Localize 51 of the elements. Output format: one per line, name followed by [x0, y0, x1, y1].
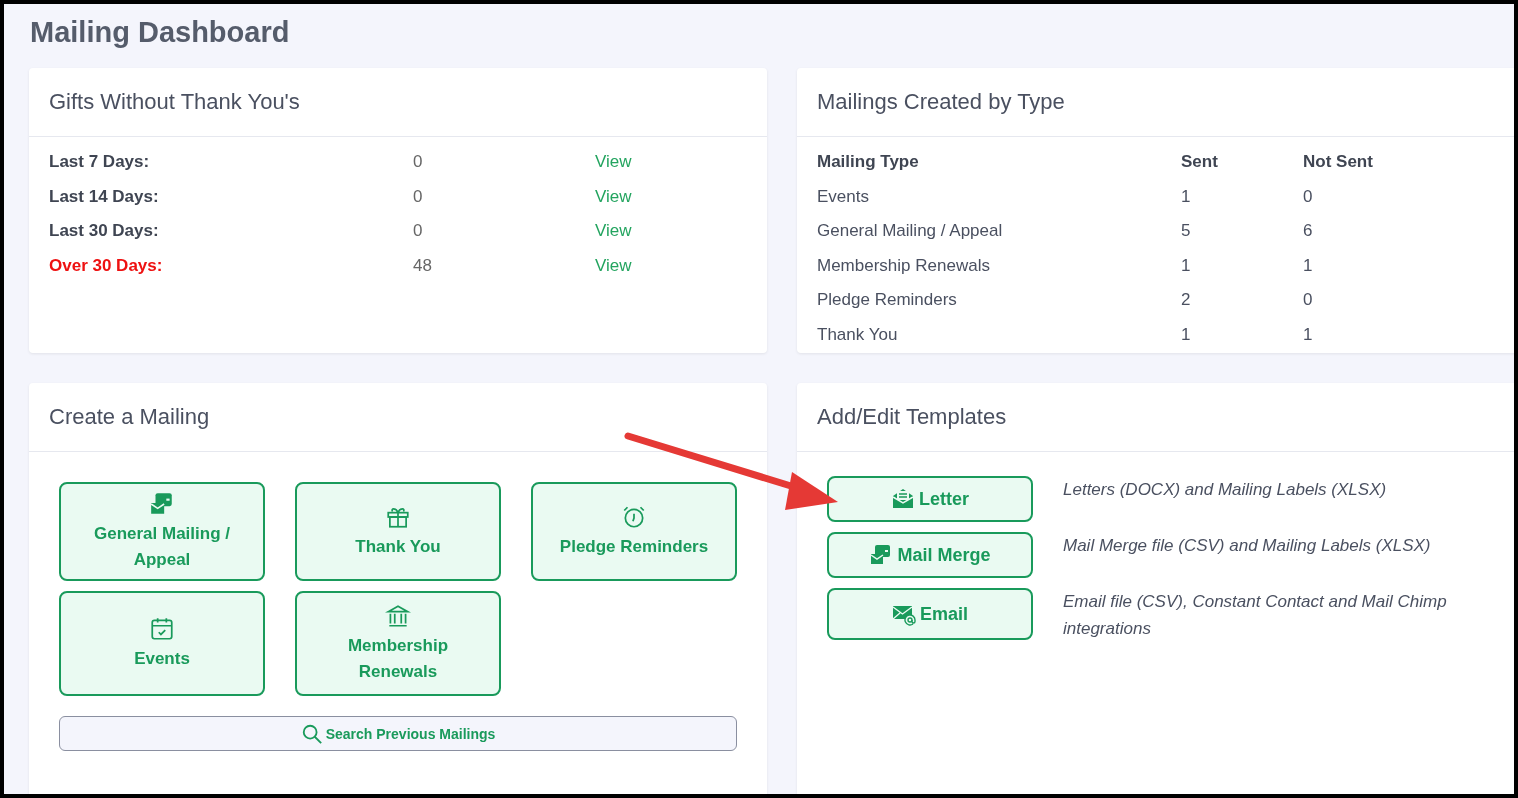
table-cell-text: Thank You [817, 324, 899, 345]
view-link[interactable]: View [595, 152, 747, 173]
mailing-type-button[interactable]: Membership Renewals [295, 591, 501, 696]
table-cell-text: Pledge Reminders [817, 290, 958, 311]
table-cell-text: 1 [1303, 255, 1314, 276]
template-button[interactable]: Letter [827, 476, 1033, 522]
template-button[interactable]: Email [827, 588, 1033, 640]
card-title: Add/Edit Templates [797, 383, 1514, 452]
table-cell-text: 0 [1303, 186, 1314, 207]
mailing-type-button[interactable]: Pledge Reminders [531, 482, 737, 581]
gift-count: 0 [413, 221, 424, 242]
period-label: Over 30 Days: [49, 255, 164, 276]
table-cell-text: 0 [1303, 290, 1314, 311]
table-cell-text: Events [817, 186, 870, 207]
template-description: Letters (DOCX) and Mailing Labels (XLSX) [1063, 479, 1388, 501]
gift-count: 48 [413, 255, 433, 276]
card-title: Create a Mailing [29, 383, 767, 452]
table-cell-text: 1 [1303, 324, 1314, 345]
table-cell-text: 2 [1181, 290, 1192, 311]
table-cell-text: 1 [1181, 186, 1192, 207]
table-cell-text: 1 [1181, 255, 1192, 276]
calendar-icon [149, 615, 175, 642]
template-description: Email file (CSV), Constant Contact and Mail Chimp integrations [1063, 591, 1448, 640]
period-label: Last 7 Days: [49, 152, 151, 173]
mailing-type-button[interactable]: Events [59, 591, 265, 696]
period-label: Last 14 Days: [49, 186, 160, 207]
table-cell-text: Membership Renewals [817, 255, 991, 276]
period-label: Last 30 Days: [49, 221, 160, 242]
table-cell-text: 5 [1181, 221, 1192, 242]
column-header: Not Sent [1303, 152, 1374, 173]
card-title: Mailings Created by Type [797, 68, 1514, 137]
envelope-letter-icon [891, 487, 915, 511]
mailing-type-button[interactable]: Thank You [295, 482, 501, 581]
table-cell-text: 1 [1181, 324, 1192, 345]
view-link[interactable]: View [595, 255, 747, 276]
table-cell-text: General Mailing / Appeal [817, 221, 1004, 242]
gift-count: 0 [413, 152, 424, 173]
template-button[interactable]: Mail Merge [827, 532, 1033, 578]
table-cell-text: 6 [1303, 221, 1314, 242]
search-previous-mailings-button[interactable]: Search Previous Mailings [59, 716, 737, 751]
column-header: Mailing Type [817, 152, 920, 173]
view-link[interactable]: View [595, 221, 747, 242]
search-icon [300, 722, 323, 745]
page-title: Mailing Dashboard [29, 15, 291, 50]
mailing-type-button[interactable]: General Mailing / Appeal [59, 482, 265, 581]
gift-count: 0 [413, 186, 424, 207]
mailbox-icon [149, 490, 175, 517]
column-header: Sent [1181, 152, 1219, 173]
view-link[interactable]: View [595, 186, 747, 207]
card-title: Gifts Without Thank You's [29, 68, 767, 137]
template-description: Mail Merge file (CSV) and Mailing Labels (XLSX) [1063, 535, 1432, 557]
